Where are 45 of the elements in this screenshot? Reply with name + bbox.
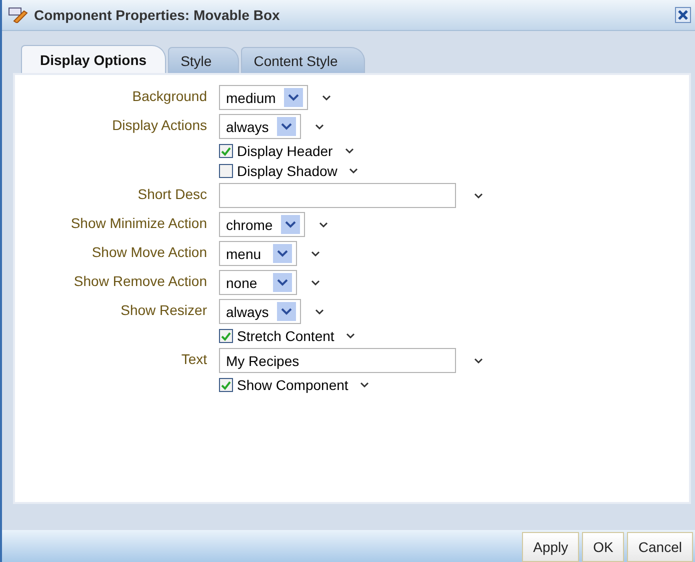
- chevron-down-icon[interactable]: [314, 308, 324, 314]
- dialog-button[interactable]: Cancel: [627, 532, 693, 562]
- chevron-down-icon[interactable]: [311, 250, 320, 256]
- dropdown[interactable]: medium: [219, 85, 308, 110]
- dropdown[interactable]: none: [219, 270, 297, 295]
- chevron-down-icon[interactable]: [314, 124, 324, 130]
- chevron-down-icon[interactable]: [349, 168, 358, 174]
- dialog-button[interactable]: OK: [582, 532, 624, 562]
- checkbox-label[interactable]: Show Component: [237, 377, 348, 393]
- tab[interactable]: Style: [168, 47, 239, 73]
- dropdown[interactable]: menu: [219, 241, 297, 266]
- field-label: Show Resizer: [120, 301, 207, 318]
- checkbox[interactable]: [219, 378, 233, 392]
- field-label: Background: [131, 87, 207, 104]
- checkbox-label[interactable]: Stretch Content: [237, 328, 334, 344]
- tab[interactable]: Display Options: [21, 45, 166, 73]
- field-label: Short Desc: [136, 185, 207, 202]
- dropdown[interactable]: always: [219, 299, 301, 324]
- chevron-down-icon[interactable]: [318, 222, 328, 228]
- chevron-down-icon[interactable]: [474, 192, 483, 198]
- checkbox[interactable]: [219, 329, 233, 343]
- chevron-down-icon[interactable]: [311, 280, 320, 286]
- tab[interactable]: Content Style: [240, 47, 365, 73]
- text-input[interactable]: My Recipes: [219, 348, 456, 373]
- checkbox[interactable]: [219, 144, 233, 158]
- close-button[interactable]: [675, 7, 691, 23]
- window-title: Component Properties: Movable Box: [34, 7, 281, 23]
- chevron-down-icon[interactable]: [346, 333, 356, 339]
- field-label: Show Move Action: [90, 243, 207, 260]
- chevron-down-icon[interactable]: [344, 148, 354, 154]
- checkbox-label[interactable]: Display Header: [237, 143, 333, 159]
- text-input[interactable]: [219, 183, 456, 208]
- pencil-icon: [8, 7, 28, 23]
- chevron-down-icon[interactable]: [474, 358, 483, 364]
- field-label: Show Minimize Action: [70, 214, 207, 231]
- dialog-button[interactable]: Apply: [522, 532, 580, 562]
- chevron-down-icon[interactable]: [360, 382, 370, 388]
- dropdown[interactable]: always: [219, 114, 301, 139]
- chevron-down-icon[interactable]: [322, 94, 331, 100]
- field-label: Text: [180, 350, 207, 367]
- field-label: Display Actions: [111, 116, 207, 133]
- checkbox[interactable]: [219, 164, 233, 178]
- field-label: Show Remove Action: [72, 272, 207, 289]
- dropdown[interactable]: chrome: [219, 212, 305, 237]
- checkbox-label[interactable]: Display Shadow: [237, 163, 338, 179]
